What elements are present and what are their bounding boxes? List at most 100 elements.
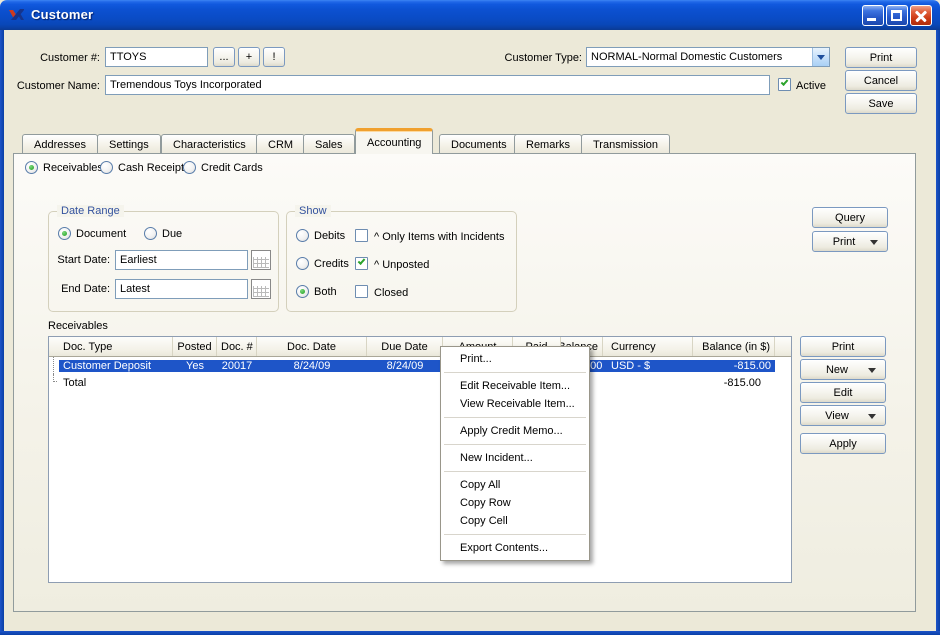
- close-button[interactable]: [910, 5, 932, 26]
- customer-name-input[interactable]: [105, 75, 770, 95]
- tab-characteristics[interactable]: Characteristics: [161, 134, 258, 154]
- menu-item-apply-credit-memo[interactable]: Apply Credit Memo...: [441, 422, 589, 440]
- tab-addresses[interactable]: Addresses: [22, 134, 98, 154]
- radio-cash-receipts[interactable]: Cash Receipts: [100, 161, 190, 174]
- menu-separator: [444, 417, 586, 418]
- menu-separator: [444, 444, 586, 445]
- receivables-section-label: Receivables: [48, 320, 108, 332]
- radio-receivables[interactable]: Receivables: [25, 161, 103, 174]
- tab-settings[interactable]: Settings: [97, 134, 161, 154]
- menu-item-copy-all[interactable]: Copy All: [441, 476, 589, 494]
- show-title: Show: [295, 205, 331, 217]
- col-due-date[interactable]: Due Date: [367, 337, 443, 356]
- radio-icon: [100, 161, 113, 174]
- chevron-down-icon: [870, 239, 878, 245]
- radio-document[interactable]: Document: [58, 227, 126, 240]
- tab-transmission[interactable]: Transmission: [581, 134, 670, 154]
- customer-name-label: Customer Name:: [16, 80, 100, 92]
- radio-credits[interactable]: Credits: [296, 257, 349, 270]
- only-items-with-incidents-label: ^ Only Items with Incidents: [374, 231, 505, 243]
- customer-type-select[interactable]: NORMAL-Normal Domestic Customers: [586, 47, 830, 67]
- radio-icon: [296, 257, 309, 270]
- menu-item-print[interactable]: Print...: [441, 350, 589, 368]
- customer-lookup-button[interactable]: ...: [213, 47, 235, 67]
- start-date-label: Start Date:: [57, 254, 110, 266]
- menu-item-view-receivable-item[interactable]: View Receivable Item...: [441, 395, 589, 413]
- menu-item-new-incident[interactable]: New Incident...: [441, 449, 589, 467]
- menu-separator: [444, 372, 586, 373]
- menu-item-copy-cell[interactable]: Copy Cell: [441, 512, 589, 530]
- unposted-checkbox[interactable]: [355, 257, 368, 270]
- save-button[interactable]: Save: [845, 93, 917, 114]
- only-items-with-incidents-checkbox[interactable]: [355, 229, 368, 242]
- customer-type-label: Customer Type:: [504, 52, 582, 64]
- customer-alert-button[interactable]: !: [263, 47, 285, 67]
- radio-icon: [296, 229, 309, 242]
- receivables-print-button[interactable]: Print: [800, 336, 886, 357]
- row-expander-icon[interactable]: [49, 357, 59, 374]
- menu-item-copy-row[interactable]: Copy Row: [441, 494, 589, 512]
- customer-window: Customer Customer #: ... + ! Customer Ty…: [0, 0, 940, 635]
- chevron-down-icon: [868, 367, 876, 373]
- radio-both[interactable]: Both: [296, 285, 337, 298]
- radio-icon: [25, 161, 38, 174]
- table-row-customer-deposit[interactable]: Customer Deposit Yes 20017 8/24/09 8/24/…: [49, 357, 791, 374]
- print-button[interactable]: Print: [845, 47, 917, 68]
- check-icon: [780, 78, 789, 86]
- menu-separator: [444, 471, 586, 472]
- window-border: [0, 631, 940, 635]
- col-doc-no[interactable]: Doc. #: [217, 337, 257, 356]
- menu-item-export-contents[interactable]: Export Contents...: [441, 539, 589, 557]
- window-border: [936, 30, 940, 632]
- tab-crm[interactable]: CRM: [256, 134, 306, 154]
- calendar-icon[interactable]: [251, 250, 271, 270]
- radio-icon: [183, 161, 196, 174]
- tab-sales[interactable]: Sales: [303, 134, 355, 154]
- tab-remarks[interactable]: Remarks: [514, 134, 583, 154]
- calendar-icon[interactable]: [251, 279, 271, 299]
- col-posted[interactable]: Posted: [173, 337, 217, 356]
- closed-label: Closed: [374, 287, 409, 299]
- radio-icon: [144, 227, 157, 240]
- receivables-edit-button[interactable]: Edit: [800, 382, 886, 403]
- receivables-table[interactable]: Doc. Type Posted Doc. # Doc. Date Due Da…: [48, 336, 792, 583]
- receivables-apply-button[interactable]: Apply: [800, 433, 886, 454]
- col-doc-type[interactable]: Doc. Type: [59, 337, 173, 356]
- menu-item-edit-receivable-item[interactable]: Edit Receivable Item...: [441, 377, 589, 395]
- minimize-button[interactable]: [862, 5, 884, 26]
- radio-debits[interactable]: Debits: [296, 229, 345, 242]
- menu-separator: [444, 534, 586, 535]
- tab-accounting[interactable]: Accounting: [355, 128, 434, 154]
- col-currency[interactable]: Currency: [603, 337, 693, 356]
- active-checkbox[interactable]: [778, 78, 791, 91]
- radio-credit-cards[interactable]: Credit Cards: [183, 161, 263, 174]
- check-icon: [357, 257, 366, 265]
- table-header[interactable]: Doc. Type Posted Doc. # Doc. Date Due Da…: [49, 337, 791, 357]
- col-doc-date[interactable]: Doc. Date: [257, 337, 367, 356]
- maximize-button[interactable]: [886, 5, 908, 26]
- end-date-input[interactable]: [115, 279, 248, 299]
- closed-checkbox[interactable]: [355, 285, 368, 298]
- receivables-view-button[interactable]: View: [800, 405, 886, 426]
- radio-due[interactable]: Due: [144, 227, 182, 240]
- chevron-down-icon[interactable]: [812, 48, 829, 66]
- start-date-input[interactable]: [115, 250, 248, 270]
- window-border: [0, 30, 4, 632]
- titlebar[interactable]: Customer: [0, 0, 940, 30]
- customer-type-value: NORMAL-Normal Domestic Customers: [591, 51, 783, 63]
- tab-documents[interactable]: Documents: [439, 134, 519, 154]
- active-label: Active: [796, 80, 826, 92]
- customer-no-label: Customer #:: [40, 52, 100, 64]
- customer-no-input[interactable]: [105, 47, 208, 67]
- table-row-total[interactable]: Total -815.00: [49, 374, 791, 391]
- chevron-down-icon: [868, 413, 876, 419]
- row-expander-icon: [49, 374, 59, 391]
- radio-icon: [296, 285, 309, 298]
- end-date-label: End Date:: [61, 283, 110, 295]
- cancel-button[interactable]: Cancel: [845, 70, 917, 91]
- query-button[interactable]: Query: [812, 207, 888, 228]
- receivables-new-button[interactable]: New: [800, 359, 886, 380]
- print-dropdown-button[interactable]: Print: [812, 231, 888, 252]
- col-balance-usd[interactable]: Balance (in $): [693, 337, 775, 356]
- customer-add-button[interactable]: +: [238, 47, 260, 67]
